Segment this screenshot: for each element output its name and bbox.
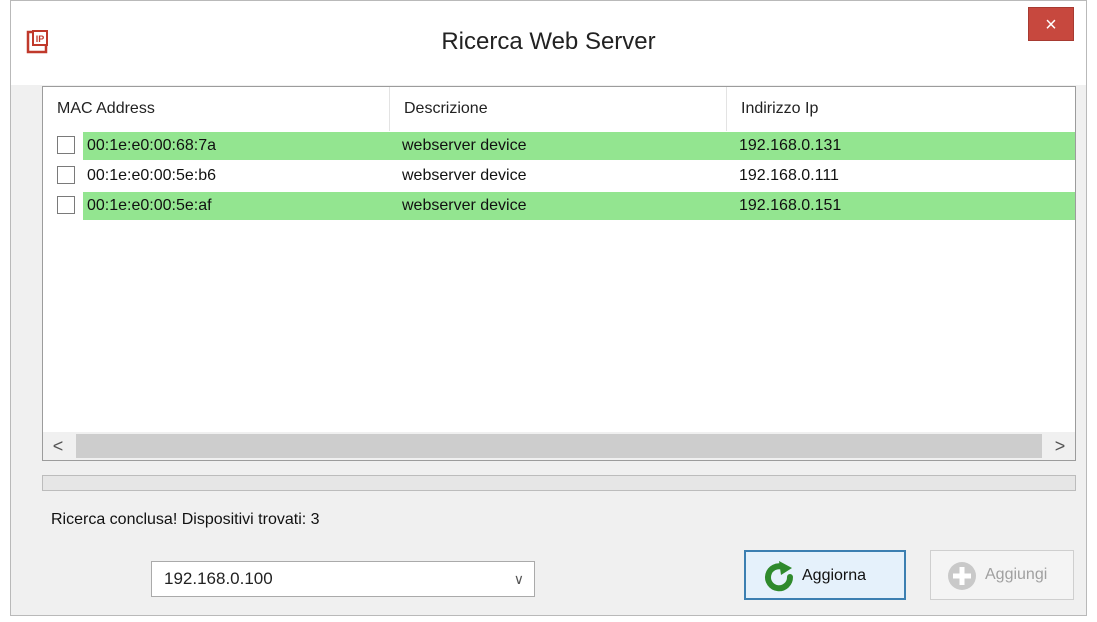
aggiorna-button[interactable]: Aggiorna (744, 550, 906, 600)
chevron-down-icon: ∨ (513, 571, 524, 587)
list-header: MAC Address Descrizione Indirizzo Ip (43, 87, 1075, 131)
row-checkbox[interactable] (57, 166, 75, 184)
refresh-icon (765, 561, 794, 592)
ip-address-select-value: 192.168.0.100 (164, 569, 273, 588)
scroll-right-icon[interactable]: > (1045, 432, 1075, 460)
scrollbar-thumb[interactable] (76, 434, 1042, 458)
row-checkbox[interactable] (57, 136, 75, 154)
aggiungi-label: Aggiungi (985, 566, 1048, 583)
ip-address-cell: 192.168.0.111 (739, 167, 839, 184)
title-bar: IP Ricerca Web Server × (11, 1, 1086, 85)
column-header-descrizione[interactable]: Descrizione (390, 87, 727, 131)
search-web-server-dialog: IP Ricerca Web Server × MAC Address Desc… (10, 0, 1087, 616)
scroll-left-icon[interactable]: < (43, 432, 73, 460)
ip-address-cell: 192.168.0.151 (739, 197, 842, 214)
aggiungi-button[interactable]: Aggiungi (930, 550, 1074, 600)
column-header-ip[interactable]: Indirizzo Ip (727, 87, 1075, 131)
close-button[interactable]: × (1028, 7, 1074, 41)
row-checkbox[interactable] (57, 196, 75, 214)
mac-address-cell: 00:1e:e0:00:5e:b6 (87, 167, 217, 184)
aggiorna-label: Aggiorna (802, 567, 867, 584)
mac-address-cell: 00:1e:e0:00:68:7a (87, 137, 217, 154)
window-title: Ricerca Web Server (441, 28, 656, 55)
mac-address-cell: 00:1e:e0:00:5e:af (87, 197, 212, 214)
search-progress-bar (42, 475, 1076, 491)
device-list[interactable]: MAC Address Descrizione Indirizzo Ip 00:… (42, 86, 1076, 461)
plus-icon (948, 562, 976, 590)
table-row[interactable]: 00:1e:e0:00:5e:af webserver device 192.1… (43, 192, 1075, 220)
description-cell: webserver device (402, 197, 527, 214)
table-row[interactable]: 00:1e:e0:00:68:7a webserver device 192.1… (43, 132, 1075, 160)
ip-address-select[interactable]: 192.168.0.100 ∨ (151, 561, 535, 597)
ip-address-cell: 192.168.0.131 (739, 137, 842, 154)
horizontal-scrollbar[interactable]: < > (43, 432, 1075, 460)
description-cell: webserver device (402, 137, 527, 154)
table-row[interactable]: 00:1e:e0:00:5e:b6 webserver device 192.1… (43, 162, 1075, 190)
status-text: Ricerca conclusa! Dispositivi trovati: 3 (51, 511, 320, 528)
column-header-mac[interactable]: MAC Address (43, 87, 390, 131)
description-cell: webserver device (402, 167, 527, 184)
